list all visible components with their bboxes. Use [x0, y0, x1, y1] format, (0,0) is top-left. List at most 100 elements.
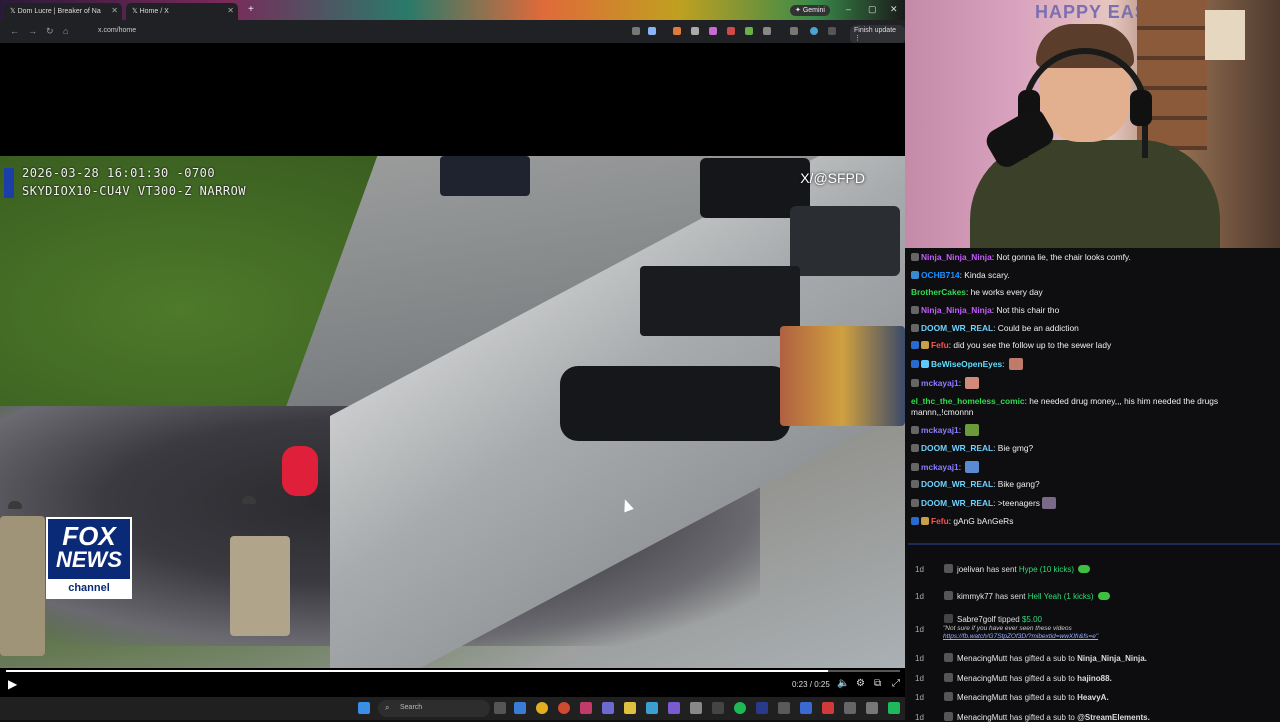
cast-icon[interactable]: [632, 27, 640, 35]
extension-icon[interactable]: [691, 27, 699, 35]
app-icon[interactable]: [646, 702, 658, 714]
chat-username[interactable]: mckayaj1: [921, 425, 959, 435]
event-user[interactable]: MenacingMutt: [957, 693, 1007, 702]
tab-home-x[interactable]: 𝕏 Home / X ✕: [126, 3, 238, 20]
download-icon[interactable]: [828, 27, 836, 35]
settings-icon[interactable]: ⚙: [856, 678, 865, 689]
event-user[interactable]: kimmyk77: [957, 592, 993, 601]
chat-message: mckayaj1:: [911, 424, 1280, 437]
chat-message: mckayaj1:: [911, 460, 1280, 473]
chat-text: he works every day: [970, 287, 1043, 298]
badge-icon: [921, 341, 929, 350]
profile-avatar-icon[interactable]: [810, 27, 818, 35]
home-icon[interactable]: ⌂: [63, 26, 68, 36]
chat-text: did you see the follow up to the sewer l…: [953, 340, 1112, 351]
app-icon[interactable]: [888, 702, 900, 714]
app-icon[interactable]: [668, 702, 680, 714]
fullscreen-icon[interactable]: ⤢: [892, 678, 900, 689]
x-logo-icon: 𝕏: [10, 8, 18, 15]
gemini-button[interactable]: ✦ Gemini: [790, 5, 830, 16]
app-icon[interactable]: [690, 702, 702, 714]
app-icon[interactable]: [756, 702, 768, 714]
chat-username[interactable]: BeWiseOpenEyes: [931, 359, 1002, 369]
play-icon[interactable]: ▶: [8, 677, 17, 691]
chat-username[interactable]: Fefu: [931, 516, 949, 526]
app-icon[interactable]: [778, 702, 790, 714]
chat-username[interactable]: DOOM_WR_REAL: [921, 323, 993, 333]
chat-username[interactable]: DOOM_WR_REAL: [921, 479, 993, 489]
chat-username[interactable]: DOOM_WR_REAL: [921, 498, 993, 508]
maximize-icon[interactable]: ▢: [868, 4, 877, 15]
extensions-puzzle-icon[interactable]: [763, 27, 771, 35]
event-user[interactable]: MenacingMutt: [957, 674, 1007, 683]
badge-icon: [911, 253, 919, 261]
event-user[interactable]: Sabre7golf: [957, 615, 996, 624]
file-explorer-icon[interactable]: [624, 702, 636, 714]
chat-message: DOOM_WR_REAL: Bike gang?: [911, 479, 1280, 490]
badge-icon: [911, 360, 919, 369]
chat-username[interactable]: OCHB714: [921, 270, 960, 280]
taskbar-search[interactable]: ⌕ Search: [378, 700, 490, 717]
chat-username[interactable]: Ninja_Ninja_Ninja: [921, 252, 992, 262]
chat-username[interactable]: BrotherCakes: [911, 287, 966, 297]
app-icon[interactable]: [580, 702, 592, 714]
app-icon[interactable]: [602, 702, 614, 714]
chat-text: Bike gang?: [997, 479, 1040, 490]
chat-message: DOOM_WR_REAL: >teenagers: [911, 496, 1280, 509]
event-user[interactable]: MenacingMutt: [957, 713, 1007, 722]
gemini-label: Gemini: [802, 7, 825, 14]
chat-message: Fefu: did you see the follow up to the s…: [911, 340, 1280, 351]
close-window-icon[interactable]: ✕: [890, 4, 898, 15]
extension-icon[interactable]: [745, 27, 753, 35]
chat-text: Kinda scary.: [964, 269, 1010, 280]
tip-link[interactable]: https://fb.watch/G7StpZOf3D/?mibextid=ww…: [943, 633, 1098, 641]
app-icon[interactable]: [844, 702, 856, 714]
app-icon[interactable]: [800, 702, 812, 714]
chat-message: OCHB714: Kinda scary.: [911, 270, 1280, 281]
event-user[interactable]: MenacingMutt: [957, 654, 1007, 663]
close-tab-icon[interactable]: ✕: [227, 6, 234, 15]
chat-text: Could be an addiction: [997, 322, 1079, 333]
search-placeholder: Search: [400, 704, 423, 711]
video-player[interactable]: 2026-03-28 16:01:30 -0700 SKYDIOX10-CU4V…: [0, 43, 905, 720]
new-tab-icon[interactable]: +: [248, 4, 254, 15]
chat-username[interactable]: Ninja_Ninja_Ninja: [921, 305, 992, 315]
video-progress-bar[interactable]: [6, 670, 900, 672]
reload-icon[interactable]: ↻: [46, 26, 54, 37]
pip-icon[interactable]: ⧉: [874, 678, 881, 689]
chrome-icon[interactable]: [536, 702, 548, 714]
spotify-icon[interactable]: [734, 702, 746, 714]
extension-icon[interactable]: [727, 27, 735, 35]
minimize-icon[interactable]: –: [846, 4, 851, 14]
windows-start-icon[interactable]: [358, 702, 370, 714]
chat-username[interactable]: DOOM_WR_REAL: [921, 443, 993, 453]
chat-username[interactable]: mckayaj1: [921, 462, 959, 472]
app-icon[interactable]: [822, 702, 834, 714]
extension-icon[interactable]: [709, 27, 717, 35]
task-view-icon[interactable]: [494, 702, 506, 714]
event-user[interactable]: joelivan: [957, 565, 984, 574]
chat-username[interactable]: el_thc_the_homeless_comic: [911, 396, 1025, 406]
sidebar-icon[interactable]: [790, 27, 798, 35]
chat-username[interactable]: mckayaj1: [921, 378, 959, 388]
windows-taskbar: ⌕ Search: [0, 697, 905, 720]
volume-icon[interactable]: 🔈: [837, 678, 849, 689]
close-tab-icon[interactable]: ✕: [111, 6, 118, 15]
url-bar[interactable]: x.com/home: [80, 24, 620, 39]
finish-update-label: Finish update: [854, 27, 897, 34]
video-frame: 2026-03-28 16:01:30 -0700 SKYDIOX10-CU4V…: [0, 156, 905, 668]
forward-icon[interactable]: →: [28, 26, 37, 36]
finish-update-button[interactable]: Finish update ⋮: [850, 25, 905, 44]
app-icon[interactable]: [712, 702, 724, 714]
headset-earcup: [1130, 90, 1152, 126]
edge-icon[interactable]: [514, 702, 526, 714]
extension-icon[interactable]: [673, 27, 681, 35]
chrome-profile-icon[interactable]: [558, 702, 570, 714]
chat-username[interactable]: Fefu: [931, 340, 949, 350]
app-icon[interactable]: [866, 702, 878, 714]
kick-event-icon: [944, 591, 953, 600]
event-age: 1d: [915, 674, 924, 683]
back-icon[interactable]: ←: [10, 26, 19, 36]
bookmark-star-icon[interactable]: [648, 27, 656, 35]
tab-dom-lucre[interactable]: 𝕏 Dom Lucre | Breaker of Na ✕: [4, 3, 122, 20]
